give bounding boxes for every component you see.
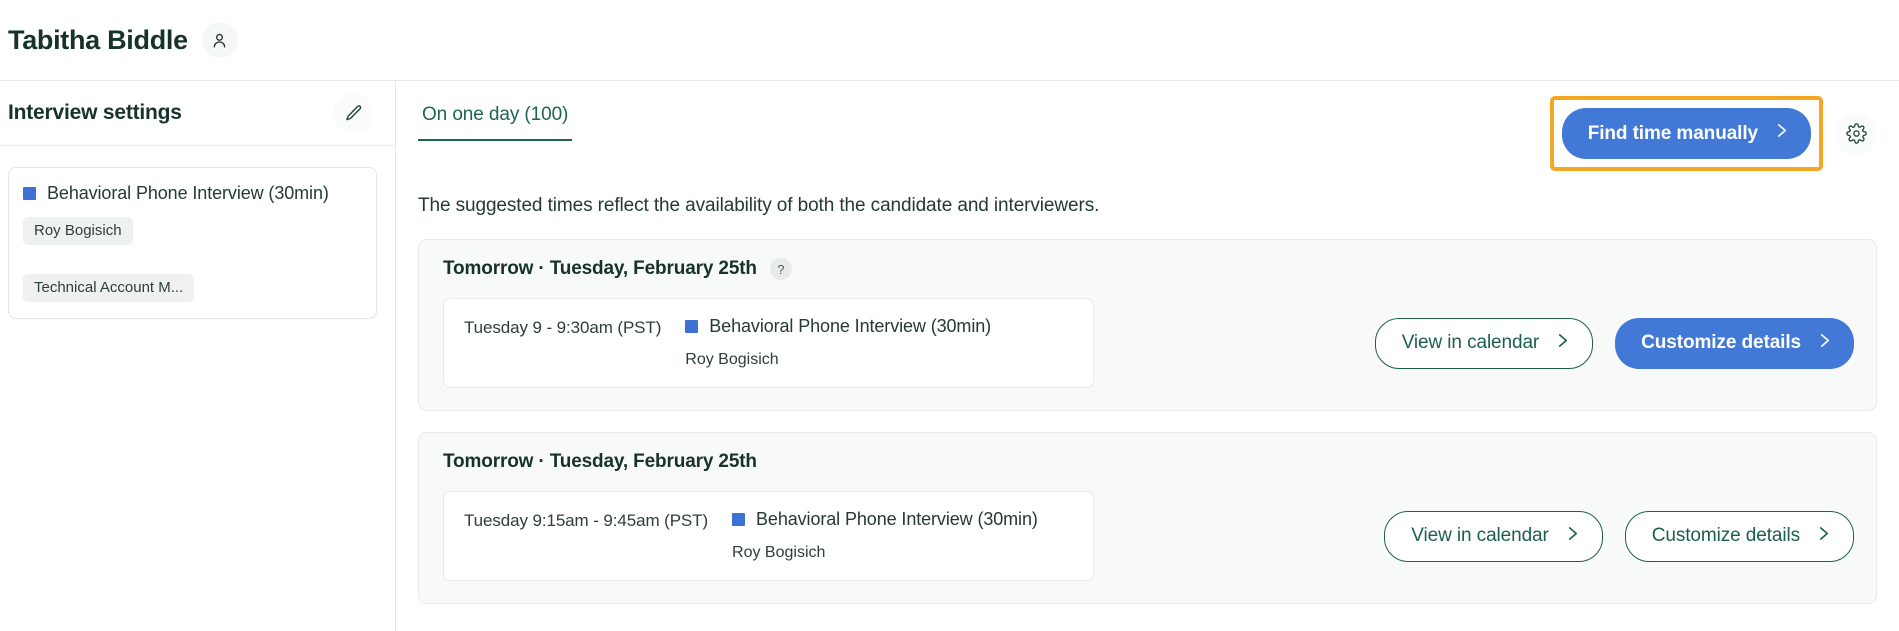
sidebar-title: Interview settings (8, 101, 182, 124)
suggestion-date-row: Tomorrow · Tuesday, February 25th ? (443, 258, 1854, 280)
interview-tag-interviewer-wrap: Roy Bogisich (23, 204, 362, 245)
tab-on-one-day[interactable]: On one day (100) (418, 104, 573, 141)
time-slot-meta: Behavioral Phone Interview (30min) Roy B… (685, 316, 991, 369)
view-in-calendar-button[interactable]: View in calendar (1384, 510, 1603, 562)
time-slot-interviewer: Roy Bogisich (732, 544, 826, 561)
top-bar: Tabitha Biddle (0, 0, 1899, 81)
pencil-icon[interactable] (333, 93, 373, 133)
time-slot-time: Tuesday 9 - 9:30am (PST) (464, 318, 662, 337)
interview-color-swatch (23, 187, 36, 200)
suggestion-date: Tomorrow · Tuesday, February 25th (443, 258, 757, 279)
customize-details-button[interactable]: Customize details (1624, 510, 1854, 562)
customize-details-label: Customize details (1651, 525, 1800, 546)
candidate-name: Tabitha Biddle (8, 24, 188, 55)
body-split: Interview settings Behavioral Phone Inte… (0, 81, 1899, 631)
time-slot-interview-name: Behavioral Phone Interview (30min) (756, 509, 1038, 529)
suggestion-body: Tuesday 9:15am - 9:45am (PST) Behavioral… (443, 491, 1854, 581)
sidebar: Interview settings Behavioral Phone Inte… (0, 81, 396, 631)
main-panel: On one day (100) Find time manually The … (396, 81, 1899, 631)
time-slot-interviewer: Roy Bogisich (685, 351, 779, 368)
interview-settings-card[interactable]: Behavioral Phone Interview (30min) Roy B… (8, 167, 377, 319)
interview-tag-role-wrap: Technical Account M... (23, 261, 362, 302)
suggestion-body: Tuesday 9 - 9:30am (PST) Behavioral Phon… (443, 298, 1854, 388)
suggestion-actions: View in calendar Customize details (1345, 317, 1854, 369)
time-slot-box[interactable]: Tuesday 9 - 9:30am (PST) Behavioral Phon… (443, 298, 1094, 388)
tab-bar: On one day (100) (418, 104, 573, 141)
suggestion-card-list: Tomorrow · Tuesday, February 25th ? Tues… (418, 239, 1877, 604)
chevron-right-icon (1816, 524, 1831, 549)
person-icon[interactable] (201, 22, 238, 58)
sidebar-header: Interview settings (0, 81, 395, 146)
view-in-calendar-label: View in calendar (1401, 332, 1540, 353)
chevron-right-icon (1817, 331, 1832, 356)
time-slot-color-swatch (732, 513, 746, 526)
suggestion-card: Tomorrow · Tuesday, February 25th ? Tues… (418, 239, 1877, 411)
view-in-calendar-label: View in calendar (1411, 525, 1549, 546)
help-icon[interactable]: ? (769, 258, 792, 280)
interview-name: Behavioral Phone Interview (30min) (47, 183, 329, 203)
suggestion-date: Tomorrow · Tuesday, February 25th (443, 451, 757, 472)
find-time-manually-label: Find time manually (1587, 122, 1758, 144)
chevron-right-icon (1555, 331, 1570, 356)
chevron-right-icon (1565, 524, 1580, 549)
find-time-manually-button[interactable]: Find time manually (1561, 108, 1811, 159)
header-actions: Find time manually (1549, 96, 1877, 171)
time-slot-title-row: Behavioral Phone Interview (30min) (732, 509, 1038, 530)
gear-icon[interactable] (1835, 112, 1877, 155)
customize-details-label: Customize details (1641, 332, 1801, 353)
find-time-highlight: Find time manually (1549, 96, 1823, 171)
interview-tag-role[interactable]: Technical Account M... (23, 274, 195, 302)
interview-title-row: Behavioral Phone Interview (30min) (23, 183, 362, 204)
view-in-calendar-button[interactable]: View in calendar (1374, 317, 1594, 369)
main-header: On one day (100) Find time manually (418, 81, 1877, 171)
time-slot-time: Tuesday 9:15am - 9:45am (PST) (464, 511, 709, 530)
interview-tag-interviewer[interactable]: Roy Bogisich (23, 217, 133, 245)
chevron-right-icon (1774, 121, 1789, 146)
suggestion-date-row: Tomorrow · Tuesday, February 25th (443, 451, 1854, 473)
suggestion-actions: View in calendar Customize details (1354, 510, 1854, 562)
customize-details-button[interactable]: Customize details (1615, 317, 1854, 369)
time-slot-box[interactable]: Tuesday 9:15am - 9:45am (PST) Behavioral… (443, 491, 1094, 581)
main-subtitle: The suggested times reflect the availabi… (418, 195, 1100, 216)
suggestion-card: Tomorrow · Tuesday, February 25th Tuesda… (418, 432, 1877, 604)
time-slot-meta: Behavioral Phone Interview (30min) Roy B… (732, 509, 1038, 562)
time-slot-title-row: Behavioral Phone Interview (30min) (685, 316, 991, 337)
time-slot-color-swatch (685, 320, 699, 333)
time-slot-interview-name: Behavioral Phone Interview (30min) (709, 316, 992, 336)
